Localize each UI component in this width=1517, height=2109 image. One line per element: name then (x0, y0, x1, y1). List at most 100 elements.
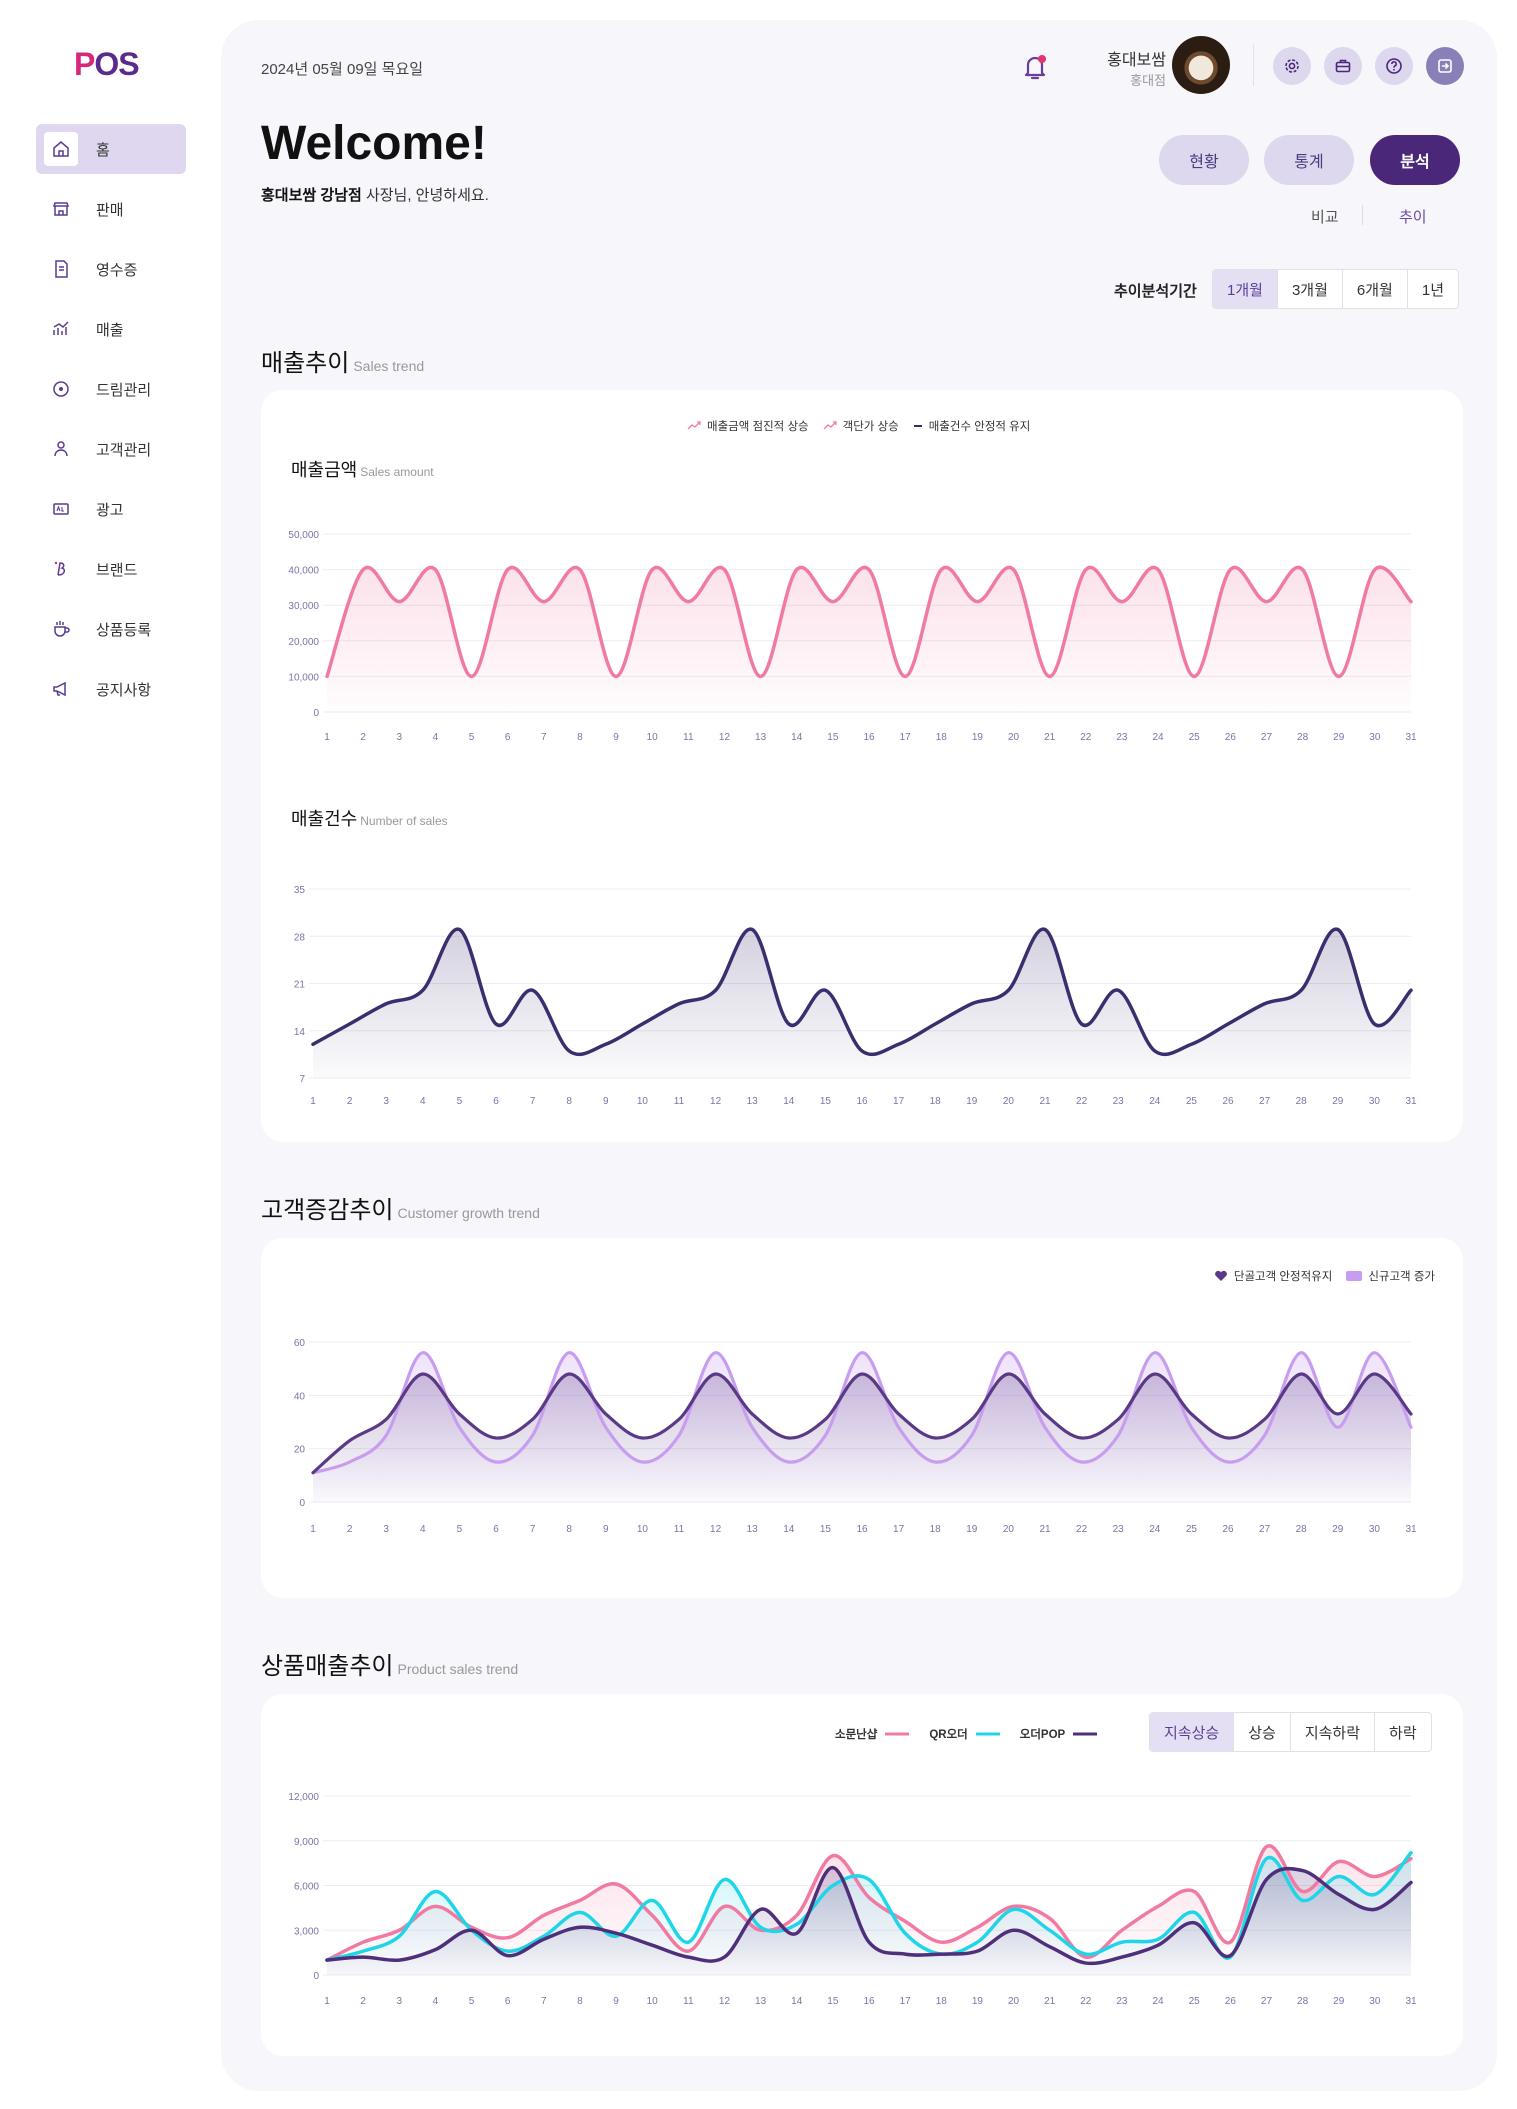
x-tick-label: 1 (310, 1524, 316, 1535)
subtab-compare[interactable]: 비교 (1311, 206, 1339, 227)
section-title-customer: 고객증감추이 Customer growth trend (261, 1190, 540, 1225)
x-tick-label: 27 (1261, 1996, 1273, 2007)
avatar[interactable] (1172, 36, 1230, 94)
x-tick-label: 6 (493, 1524, 499, 1535)
x-tick-label: 22 (1080, 1996, 1092, 2007)
sidebar-item-receipt[interactable]: 영수증 (36, 244, 186, 294)
x-tick-label: 12 (710, 1524, 722, 1535)
x-tick-label: 25 (1186, 1524, 1198, 1535)
period-option[interactable]: 6개월 (1343, 270, 1408, 308)
pos-logo[interactable]: POS (74, 46, 140, 83)
section-title-customer-en: Customer growth trend (397, 1205, 540, 1221)
x-tick-label: 6 (493, 1096, 499, 1107)
x-tick-label: 7 (530, 1096, 536, 1107)
x-tick-label: 25 (1186, 1096, 1198, 1107)
x-tick-label: 14 (791, 1996, 803, 2007)
user-store: 홍대점 (1130, 73, 1166, 88)
x-tick-label: 20 (1008, 1996, 1020, 2007)
section-title-customer-ko: 고객증감추이 (261, 1197, 394, 1224)
sales-card: 매출금액 점진적 상승 객단가 상승 매출건수 안정적 유지 매출금액 Sales a… (261, 390, 1463, 1142)
sidebar-item-trend[interactable]: 매출 (36, 304, 186, 354)
x-tick-label: 7 (541, 1996, 547, 2007)
section-title-sales-ko: 매출추이 (261, 350, 350, 377)
y-tick-label: 0 (313, 1971, 319, 1982)
sidebar-item-cup[interactable]: 상품등록 (36, 604, 186, 654)
period-option[interactable]: 1년 (1408, 270, 1458, 308)
x-tick-label: 9 (613, 1996, 619, 2007)
y-tick-label: 60 (294, 1338, 306, 1349)
x-tick-label: 29 (1333, 1996, 1345, 2007)
sidebar-item-ad[interactable]: 광고 (36, 484, 186, 534)
sidebar-item-person[interactable]: 고객관리 (36, 424, 186, 474)
x-tick-label: 17 (893, 1524, 905, 1535)
x-tick-label: 1 (324, 1996, 330, 2007)
x-tick-label: 4 (420, 1096, 426, 1107)
tab-statistics[interactable]: 통계 (1264, 135, 1354, 185)
y-tick-label: 28 (294, 932, 306, 943)
x-tick-label: 5 (457, 1524, 463, 1535)
y-tick-label: 35 (294, 885, 306, 896)
x-tick-label: 16 (856, 1524, 868, 1535)
page-title: Welcome! (261, 117, 487, 170)
x-tick-label: 5 (457, 1096, 463, 1107)
greeting: 홍대보쌈 강남점 사장님, 안녕하세요. (261, 184, 489, 205)
greeting-store: 홍대보쌈 강남점 (261, 187, 362, 204)
y-tick-label: 9,000 (294, 1837, 319, 1848)
x-tick-label: 3 (396, 1996, 402, 2007)
y-tick-label: 0 (299, 1498, 305, 1509)
subtab-trend[interactable]: 추이 (1399, 206, 1427, 227)
x-tick-label: 8 (577, 1996, 583, 2007)
x-tick-label: 13 (747, 1096, 759, 1107)
x-tick-label: 10 (637, 1524, 649, 1535)
y-tick-label: 14 (294, 1027, 306, 1038)
sidebar-item-label: 상품등록 (96, 621, 152, 639)
x-tick-label: 8 (566, 1096, 572, 1107)
y-tick-label: 6,000 (294, 1882, 319, 1893)
x-tick-label: 19 (966, 1524, 978, 1535)
x-tick-label: 8 (566, 1524, 572, 1535)
sidebar-item-label: 브랜드 (96, 561, 138, 579)
tab-status[interactable]: 현황 (1159, 135, 1249, 185)
x-tick-label: 28 (1296, 1096, 1308, 1107)
period-option[interactable]: 3개월 (1278, 270, 1343, 308)
x-tick-label: 30 (1369, 1524, 1381, 1535)
home-icon (44, 132, 78, 166)
sidebar-item-label: 매출 (96, 321, 124, 339)
x-tick-label: 31 (1405, 1096, 1417, 1107)
sidebar-item-store[interactable]: 판매 (36, 184, 186, 234)
period-option[interactable]: 1개월 (1213, 270, 1278, 308)
logout-icon[interactable] (1426, 47, 1464, 85)
sidebar-item-home[interactable]: 홈 (36, 124, 186, 174)
sidebar-item-label: 홈 (96, 141, 110, 159)
sidebar-item-coin[interactable]: 드림관리 (36, 364, 186, 414)
sidebar-item-brand[interactable]: 브랜드 (36, 544, 186, 594)
tab-analysis[interactable]: 분석 (1370, 135, 1460, 185)
x-tick-label: 6 (505, 1996, 511, 2007)
greeting-rest: 사장님, 안녕하세요. (361, 187, 489, 204)
x-tick-label: 25 (1189, 1996, 1201, 2007)
x-tick-label: 23 (1113, 1096, 1125, 1107)
briefcase-icon[interactable] (1324, 47, 1362, 85)
x-tick-label: 1 (310, 1096, 316, 1107)
sidebar-item-label: 드림관리 (96, 381, 152, 399)
x-tick-label: 18 (930, 1096, 942, 1107)
cup-icon (44, 612, 78, 646)
x-tick-label: 18 (930, 1524, 942, 1535)
help-icon[interactable] (1375, 47, 1413, 85)
brand-icon (44, 552, 78, 586)
current-date: 2024년 05월 09일 목요일 (261, 61, 424, 78)
sidebar-item-megaphone[interactable]: 공지사항 (36, 664, 186, 714)
sidebar-item-label: 고객관리 (96, 441, 152, 459)
x-tick-label: 31 (1405, 1996, 1417, 2007)
x-tick-label: 9 (603, 1524, 609, 1535)
sidebar-item-label: 판매 (96, 201, 124, 219)
gear-icon[interactable] (1273, 47, 1311, 85)
x-tick-label: 26 (1225, 1996, 1237, 2007)
x-tick-label: 14 (783, 1096, 795, 1107)
y-tick-label: 12,000 (288, 1792, 319, 1803)
x-tick-label: 22 (1076, 1096, 1088, 1107)
logo-p: P (74, 46, 95, 82)
notification-bell-icon[interactable] (1018, 50, 1052, 84)
x-tick-label: 17 (900, 1996, 912, 2007)
user-name: 홍대보쌈 (1107, 52, 1166, 69)
